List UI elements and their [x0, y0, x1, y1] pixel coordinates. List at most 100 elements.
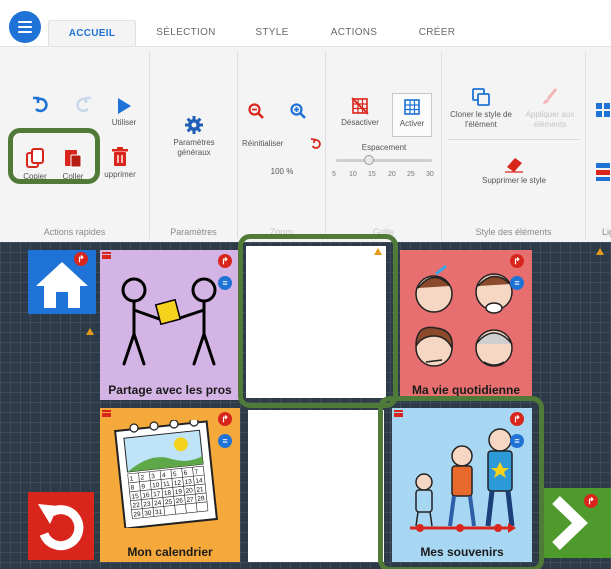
calendar-day: 12 — [174, 479, 182, 487]
redo-icon — [76, 96, 91, 113]
menu-icon[interactable] — [102, 410, 111, 417]
tick-label: 25 — [407, 171, 415, 178]
warning-icon — [86, 328, 94, 335]
calendar-day: 22 — [132, 502, 140, 510]
zoom-reset-button[interactable]: Réinitialiser — [242, 138, 322, 149]
clone-icon — [472, 88, 490, 106]
share-badge[interactable]: ↱ — [510, 254, 524, 268]
cell-partage[interactable]: Partage avec les pros — [100, 250, 240, 400]
calendar-day: 30 — [144, 510, 152, 518]
tab-accueil[interactable]: ACCUEIL — [48, 20, 136, 46]
calendar-day: 24 — [154, 500, 162, 508]
calendar-day: 23 — [143, 501, 151, 509]
empty-cell[interactable] — [246, 246, 386, 398]
calendar-day: 29 — [133, 511, 141, 519]
zoom-out-icon[interactable] — [248, 103, 264, 119]
share-badge[interactable]: ↱ — [584, 494, 598, 508]
group-label-quick-actions: Actions rapides — [43, 227, 106, 237]
delete-button[interactable]: upprimer — [98, 147, 142, 180]
delete-style-button[interactable]: Supprimer le style — [466, 155, 562, 186]
lines-icon[interactable] — [596, 103, 610, 121]
list-badge-icon[interactable]: ≡ — [218, 434, 232, 448]
play-icon — [118, 98, 131, 114]
undo-arrow-icon — [38, 504, 84, 551]
menu-icon[interactable] — [102, 252, 111, 259]
ribbon-toolbar: Utiliser Copier Coller upprimer Actions … — [0, 46, 611, 242]
tick-label: 10 — [349, 171, 357, 178]
undo-button[interactable] — [30, 95, 52, 118]
group-zoom: Réinitialiser 100 % Zoom — [238, 51, 326, 239]
cell-label-souvenirs: Mes souvenirs — [420, 545, 504, 559]
tab-creer[interactable]: CRÉER — [406, 20, 468, 46]
calendar-day: 25 — [165, 498, 173, 506]
share-badge[interactable]: ↱ — [218, 254, 232, 268]
cell-calendrier[interactable]: 1 2 3 4 5 6 7 8 9 10 11 12 13 14 15 16 17 18 19 20 21 22 23 24 2… — [100, 408, 240, 562]
slider-thumb[interactable] — [364, 155, 374, 165]
two-people-exchange-icon — [121, 277, 217, 366]
paste-label: Coller — [62, 172, 84, 181]
grid-off-icon — [351, 97, 369, 115]
tab-selection[interactable]: SÉLECTION — [148, 20, 224, 46]
list-badge-icon[interactable]: ≡ — [510, 276, 524, 290]
warning-icon — [374, 248, 382, 255]
use-label: Utiliser — [111, 118, 137, 127]
tab-actions[interactable]: ACTIONS — [318, 20, 390, 46]
copy-button[interactable]: Copier — [18, 147, 52, 182]
zoom-reset-label: Réinitialiser — [242, 139, 284, 148]
clone-style-button[interactable]: Cloner le style de l'élément — [448, 87, 514, 130]
empty-cell[interactable] — [248, 410, 384, 562]
tick-label: 15 — [368, 171, 376, 178]
grid-deactivate-button[interactable]: Désactiver — [338, 97, 382, 128]
calendar-day: 19 — [174, 488, 182, 496]
calendar-day: 14 — [195, 477, 203, 485]
calendar-day: 26 — [175, 497, 183, 505]
cell-vie[interactable]: Ma vie quotidienne — [400, 250, 532, 400]
back-cell[interactable] — [28, 492, 94, 560]
calendar-day: 16 — [142, 492, 150, 500]
group-label-element-style: Style des éléments — [475, 227, 552, 237]
communication-board: ↱ Partage avec les pros ↱ ≡ Ma vie quoti… — [0, 234, 611, 569]
general-settings-label: Paramètres généraux — [173, 138, 215, 157]
group-lines: Lign — [586, 51, 611, 239]
use-button[interactable]: Utiliser — [104, 97, 144, 128]
group-grid: Désactiver Activer Espacement 5 10 15 20… — [326, 51, 442, 239]
apply-style-label: Appliquer aux éléments — [525, 110, 575, 129]
tick-label: 20 — [388, 171, 396, 178]
grid-spacing-slider[interactable] — [336, 155, 432, 165]
group-element-style: Cloner le style de l'élément Appliquer a… — [442, 51, 586, 239]
family-memories-icon — [410, 428, 516, 533]
calendar-day: 13 — [184, 478, 192, 486]
menu-icon[interactable] — [394, 410, 403, 417]
next-cell[interactable] — [540, 488, 611, 558]
group-quick-actions: Utiliser Copier Coller upprimer Actions … — [0, 51, 150, 239]
share-badge[interactable]: ↱ — [74, 252, 88, 266]
main-menu-button[interactable] — [9, 11, 41, 43]
apply-style-button[interactable]: Appliquer aux éléments — [518, 87, 582, 130]
copy-label: Copier — [23, 172, 47, 181]
calendar-day: 11 — [163, 481, 171, 489]
calendar-day: 28 — [197, 495, 205, 503]
columns-icon[interactable] — [596, 163, 610, 181]
clone-style-label: Cloner le style de l'élément — [450, 110, 512, 129]
paste-button[interactable]: Coller — [56, 147, 90, 182]
eraser-icon — [505, 158, 523, 173]
redo-button[interactable] — [72, 95, 94, 118]
share-badge[interactable]: ↱ — [218, 412, 232, 426]
cell-souvenirs[interactable]: Mes souvenirs — [392, 408, 532, 562]
zoom-in-icon[interactable] — [290, 103, 306, 119]
calendar-day: 18 — [164, 490, 172, 498]
grid-activate-button[interactable]: Activer — [392, 93, 432, 137]
undo-icon — [33, 96, 48, 113]
cell-label-partage: Partage avec les pros — [108, 383, 232, 397]
list-badge-icon[interactable]: ≡ — [218, 276, 232, 290]
share-badge[interactable]: ↱ — [510, 412, 524, 426]
tab-style[interactable]: STYLE — [238, 20, 306, 46]
delete-style-label: Supprimer le style — [481, 176, 547, 185]
group-label-params: Paramètres — [170, 227, 217, 237]
paintbrush-icon — [543, 88, 558, 104]
general-settings-button[interactable]: Paramètres généraux — [160, 115, 228, 158]
daily-life-faces-icon — [415, 264, 513, 367]
paste-icon — [65, 150, 82, 168]
list-badge-icon[interactable]: ≡ — [510, 434, 524, 448]
group-label-zoom: Zoom — [269, 227, 293, 237]
